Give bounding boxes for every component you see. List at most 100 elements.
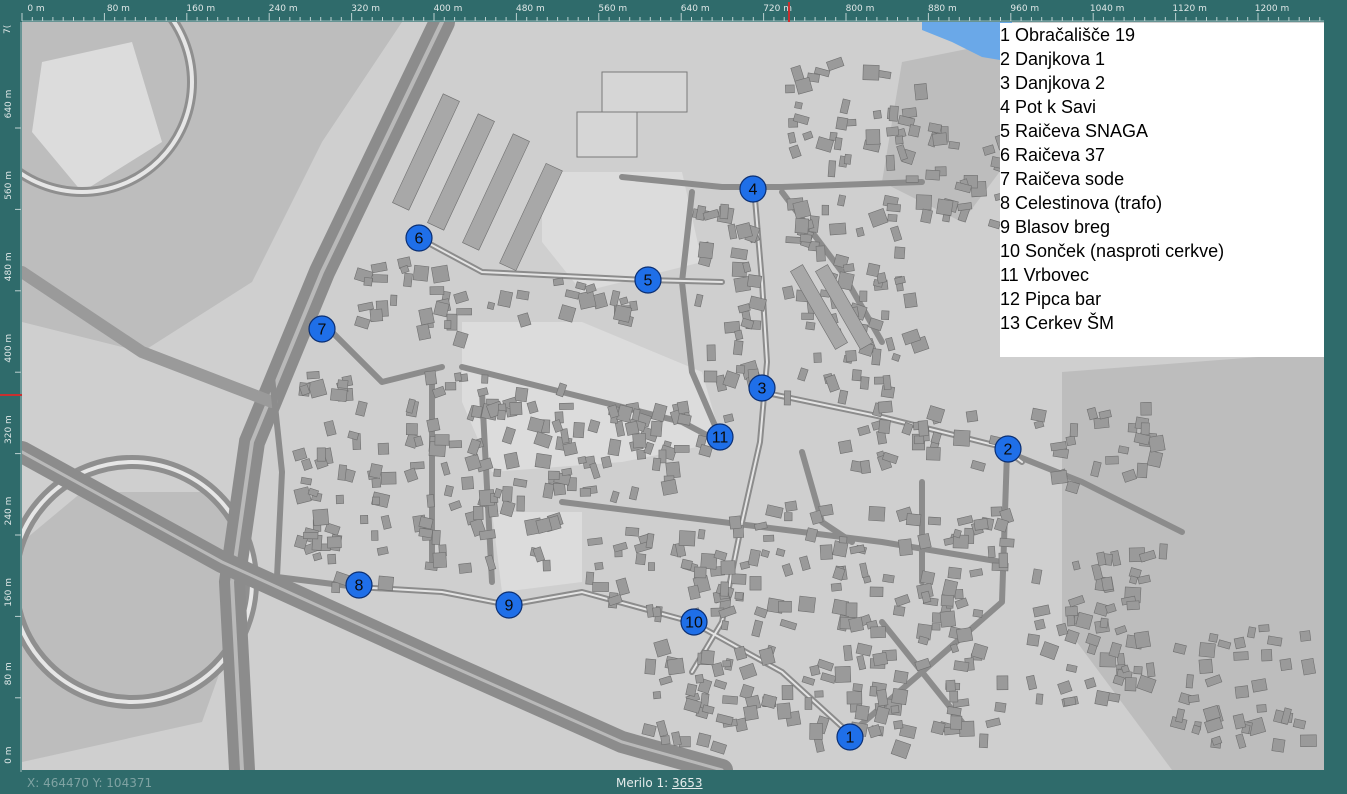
building — [892, 605, 906, 617]
building — [953, 660, 970, 673]
building — [905, 175, 919, 183]
building — [886, 126, 900, 137]
legend-item: 8 Celestinova (trafo) — [1000, 193, 1163, 213]
marker-10-soncek[interactable]: 10 — [680, 608, 708, 636]
building — [516, 495, 525, 512]
building — [848, 616, 865, 633]
marker-number: 4 — [749, 182, 758, 199]
building — [851, 369, 862, 382]
building — [805, 321, 816, 331]
top-ruler-label: 960 m — [1010, 4, 1039, 14]
building — [697, 528, 706, 540]
building — [815, 245, 826, 262]
building — [330, 388, 348, 403]
building — [372, 274, 389, 283]
building — [821, 204, 830, 216]
scale-value-link[interactable]: 3653 — [672, 776, 703, 790]
left-ruler-top-fragment: 7( — [3, 24, 13, 34]
building — [785, 236, 802, 244]
building — [894, 135, 904, 145]
marker-7-raiceva-sode[interactable]: 7 — [308, 315, 336, 343]
marker-11-vrbovec[interactable]: 11 — [706, 423, 734, 451]
left-ruler-label: 480 m — [4, 252, 14, 281]
building — [650, 420, 663, 437]
building — [1258, 624, 1270, 633]
building — [859, 376, 870, 390]
marker-1-obracalisce-19[interactable]: 1 — [836, 723, 864, 751]
building — [936, 198, 954, 216]
building — [749, 576, 762, 591]
marker-number: 8 — [355, 578, 364, 595]
building — [1148, 434, 1166, 453]
building — [1133, 630, 1152, 649]
building — [359, 515, 369, 525]
legend-item: 10 Sonček (nasproti cerkve) — [1000, 241, 1225, 261]
building — [1117, 445, 1130, 455]
building — [534, 453, 552, 470]
marker-5-raiceva-snaga[interactable]: 5 — [634, 266, 662, 294]
top-ruler-label: 720 m — [763, 4, 792, 14]
marker-9-blasov-breg[interactable]: 9 — [495, 591, 523, 619]
building — [697, 241, 715, 259]
building — [722, 660, 731, 668]
building — [940, 594, 954, 607]
building — [1140, 402, 1152, 416]
building — [1198, 658, 1214, 674]
building — [1140, 422, 1150, 436]
building — [306, 371, 320, 380]
building — [843, 153, 852, 165]
building — [678, 530, 696, 547]
building — [809, 664, 821, 677]
building — [869, 586, 884, 598]
building — [316, 447, 326, 462]
building — [947, 566, 962, 580]
building — [666, 657, 685, 676]
building — [804, 697, 813, 710]
top-ruler-label: 0 m — [27, 4, 44, 14]
building — [903, 292, 918, 309]
building — [1133, 665, 1143, 675]
building — [1063, 696, 1077, 707]
left-ruler-label: 0 m — [4, 747, 14, 764]
marker-number: 5 — [644, 273, 653, 290]
building — [470, 405, 483, 419]
marker-8-celestinova-trafo[interactable]: 8 — [345, 571, 373, 599]
building — [377, 575, 395, 592]
marker-6-raiceva-37[interactable]: 6 — [405, 224, 433, 252]
building — [369, 308, 384, 323]
building — [801, 312, 814, 320]
building — [1065, 435, 1077, 447]
marker-4-pot-k-savi[interactable]: 4 — [739, 175, 767, 203]
building — [784, 500, 798, 512]
building — [942, 214, 951, 223]
building — [416, 323, 432, 341]
building — [625, 526, 640, 537]
building — [819, 544, 833, 560]
building — [866, 262, 881, 278]
marker-3-danjkova-2[interactable]: 3 — [748, 374, 776, 402]
building — [939, 610, 957, 628]
building — [830, 582, 842, 592]
building — [632, 432, 647, 449]
building — [456, 308, 472, 316]
building — [730, 247, 749, 261]
building — [1128, 575, 1139, 585]
map-viewer: 0 m 80 m 160 m 240 m 320 m 400 m 480 m 560 m 640… — [0, 0, 1347, 794]
legend-item: 2 Danjkova 1 — [1000, 49, 1106, 69]
building — [913, 435, 925, 445]
building — [700, 649, 715, 666]
building — [559, 402, 574, 410]
building — [838, 536, 848, 544]
building — [1185, 674, 1194, 689]
building — [965, 410, 979, 423]
marker-number: 3 — [758, 381, 767, 398]
building — [813, 352, 822, 363]
marker-2-danjkova-1[interactable]: 2 — [994, 435, 1022, 463]
building — [972, 608, 984, 618]
building — [799, 233, 812, 243]
legend-item: 13 Cerkev ŠM — [1000, 313, 1115, 333]
cursor-coordinates: X: 464470 Y: 104371 — [27, 776, 153, 790]
marker-number: 11 — [712, 430, 729, 447]
top-ruler-label: 640 m — [681, 4, 710, 14]
building — [785, 84, 795, 94]
